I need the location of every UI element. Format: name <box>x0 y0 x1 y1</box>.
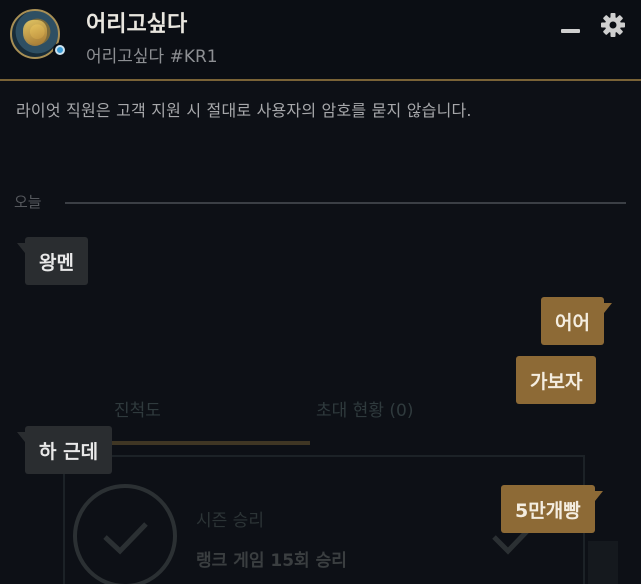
day-divider-label: 오늘 <box>14 193 42 211</box>
contact-riot-id: 어리고싶다 #KR1 <box>86 47 218 67</box>
bg-check-circle <box>73 484 177 584</box>
bg-check-mark <box>103 522 148 555</box>
avatar-figure <box>23 20 47 46</box>
online-status-icon <box>53 43 67 57</box>
message-incoming: 왕멘 <box>17 237 88 285</box>
message-outgoing: 5만개빵 <box>501 485 603 533</box>
bg-side-strip <box>588 541 618 584</box>
chat-header: 어리고싶다 어리고싶다 #KR1 <box>0 0 641 81</box>
bg-mission-title: 시즌 승리 <box>196 511 264 531</box>
bg-tab-invites: 초대 현황 (0) <box>316 401 413 421</box>
security-notice: 라이엇 직원은 고객 지원 시 절대로 사용자의 암호를 묻지 않습니다. <box>16 101 472 120</box>
message-incoming: 하 근데 <box>16 426 113 474</box>
message-outgoing: 가보자 <box>516 356 597 404</box>
bg-tab-progress: 진척도 <box>114 401 161 421</box>
contact-display-name: 어리고싶다 <box>86 12 188 37</box>
message-outgoing: 어어 <box>541 297 612 345</box>
minimize-button[interactable] <box>558 14 584 34</box>
day-divider-line <box>65 202 626 204</box>
gear-icon[interactable] <box>599 11 627 39</box>
bg-mission-desc: 랭크 게임 15회 승리 <box>196 550 347 571</box>
